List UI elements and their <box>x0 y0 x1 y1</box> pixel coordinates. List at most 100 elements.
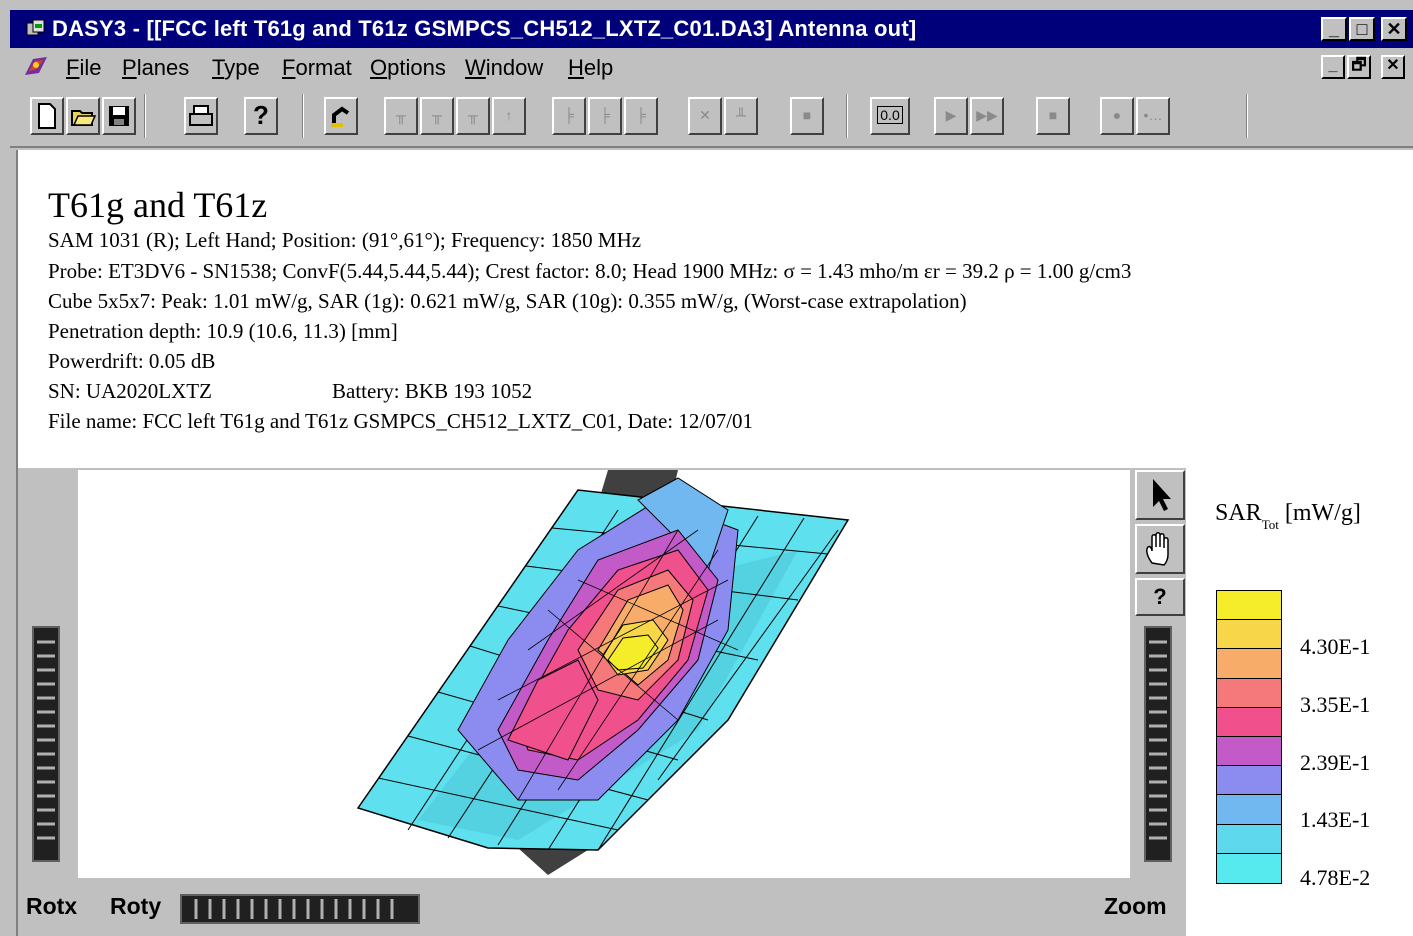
stop-2-button[interactable]: ■ <box>1036 97 1070 135</box>
legend-label: 2.39E-1 <box>1300 750 1371 775</box>
toolbar-separator <box>1246 94 1248 138</box>
tool-icon: ✕ <box>699 107 711 123</box>
probe-move-2-button[interactable]: ╥ <box>420 97 454 135</box>
probe-move-3-button[interactable]: ╥ <box>456 97 490 135</box>
sn-line: SN: UA2020LXTZ <box>48 379 212 403</box>
probe-line: Probe: ET3DV6 - SN1538; ConvF(5.44,5.44,… <box>48 259 1132 283</box>
probe-icon: ╥ <box>396 107 406 123</box>
menu-format[interactable]: Format <box>282 55 352 81</box>
scan-icon: ╞ <box>600 107 610 123</box>
save-button[interactable] <box>102 97 136 135</box>
penetration-line: Penetration depth: 10.9 (10.6, 11.3) [mm… <box>48 319 398 343</box>
doc-restore-button[interactable]: 🗗 <box>1347 55 1371 79</box>
stop-icon: ■ <box>1048 107 1058 123</box>
question-icon: ? <box>253 100 269 130</box>
scan-2-button[interactable]: ╞ <box>588 97 622 135</box>
probe-move-1-button[interactable]: ╥ <box>384 97 418 135</box>
robot-arm-icon <box>331 106 350 127</box>
powerdrift-line: Powerdrift: 0.05 dB <box>48 349 216 373</box>
fast-forward-button[interactable]: ▶▶ <box>970 97 1004 135</box>
legend-swatch <box>1217 766 1281 796</box>
cube-line: Cube 5x5x7: Peak: 1.01 mW/g, SAR (1g): 0… <box>48 289 967 313</box>
step-icon: •… <box>1143 107 1163 123</box>
arrow-up-icon: ↑ <box>505 107 513 123</box>
zoom-label: Zoom <box>1104 893 1167 919</box>
menu-window[interactable]: Window <box>465 55 543 81</box>
new-button[interactable] <box>30 97 64 135</box>
legend-color-bar <box>1216 590 1282 884</box>
probe-icon: ╥ <box>432 107 442 123</box>
doc-close-button[interactable]: ✕ <box>1381 55 1405 79</box>
legend-swatch <box>1217 853 1281 883</box>
robot-button[interactable] <box>324 97 358 135</box>
close-button[interactable]: ✕ <box>1381 17 1407 41</box>
legend-swatch <box>1217 678 1281 708</box>
stop-icon: ■ <box>802 107 812 123</box>
sar-surface-svg <box>356 470 850 875</box>
legend-swatch <box>1217 649 1281 679</box>
window-title: DASY3 - [[FCC left T61g and T61z GSMPCS_… <box>52 16 917 41</box>
setup-line: SAM 1031 (R); Left Hand; Position: (91°,… <box>48 228 642 252</box>
menu-help[interactable]: Help <box>568 55 613 81</box>
legend-swatch <box>1217 795 1281 825</box>
doc-minimize-button[interactable]: _ <box>1321 55 1345 79</box>
probe-up-button[interactable]: ↑ <box>492 97 526 135</box>
tool-icon: ╨ <box>736 107 746 123</box>
counter-label: 0.0 <box>877 106 903 124</box>
hand-pan-icon <box>1146 532 1169 566</box>
toolbar: ? ╥ ╥ ╥ ↑ ╞ ╞ ╞ ✕ ╨ ■ 0.0 ▶ ▶▶ ■ ● •… <box>10 86 1413 148</box>
menu-options[interactable]: Options <box>370 55 446 81</box>
probe-icon: ╥ <box>468 107 478 123</box>
step-button[interactable]: •… <box>1136 97 1170 135</box>
zoom-thumbwheel[interactable] <box>1144 626 1172 862</box>
menu-planes[interactable]: Planes <box>122 55 189 81</box>
viewer-help-button[interactable]: ? <box>1135 578 1185 616</box>
menu-type[interactable]: Type <box>212 55 260 81</box>
rotx-thumbwheel[interactable] <box>32 626 60 862</box>
thumbwheel-ribs-icon <box>37 640 55 840</box>
play-button[interactable]: ▶ <box>934 97 968 135</box>
legend-title-sub: Tot <box>1261 517 1279 532</box>
open-button[interactable] <box>66 97 100 135</box>
legend-label: 3.35E-1 <box>1300 692 1371 717</box>
record-button[interactable]: ● <box>1100 97 1134 135</box>
title-bar: DASY3 - [[FCC left T61g and T61z GSMPCS_… <box>10 10 1413 48</box>
save-disk-icon <box>109 106 129 126</box>
stop-1-button[interactable]: ■ <box>790 97 824 135</box>
legend-title-unit: [mW/g] <box>1284 500 1361 526</box>
new-file-icon <box>38 103 56 129</box>
thumbwheel-ribs-icon <box>194 899 394 919</box>
maximize-button[interactable]: □ <box>1349 17 1375 41</box>
open-folder-icon <box>71 110 97 126</box>
scan-icon: ╞ <box>636 107 646 123</box>
tool-1-button[interactable]: ✕ <box>688 97 722 135</box>
counter-button[interactable]: 0.0 <box>870 97 910 135</box>
help-question-icon: ? <box>1153 584 1167 609</box>
battery-line: Battery: BKB 193 1052 <box>332 379 533 403</box>
legend-title-main: SAR <box>1215 500 1262 526</box>
toolbar-separator <box>144 94 146 138</box>
tool-2-button[interactable]: ╨ <box>724 97 758 135</box>
minimize-button[interactable]: _ <box>1321 17 1347 41</box>
pointer-tool-button[interactable] <box>1135 470 1185 520</box>
legend-swatch <box>1217 620 1281 650</box>
print-button[interactable] <box>184 97 218 135</box>
legend-swatch <box>1217 824 1281 854</box>
sar-3d-plot[interactable] <box>78 470 1130 878</box>
legend-label: 4.30E-1 <box>1300 634 1371 659</box>
legend-swatch <box>1217 591 1281 621</box>
help-button[interactable]: ? <box>244 97 278 135</box>
filename-line: File name: FCC left T61g and T61z GSMPCS… <box>48 409 754 433</box>
play-icon: ▶ <box>945 107 957 123</box>
scan-3-button[interactable]: ╞ <box>624 97 658 135</box>
scan-icon: ╞ <box>564 107 574 123</box>
toolbar-separator <box>846 94 848 138</box>
record-dot-icon: ● <box>1112 107 1122 123</box>
dasy-app-icon <box>26 19 45 36</box>
roty-thumbwheel[interactable] <box>180 894 420 924</box>
menu-bar: File Planes Type Format Options Window H… <box>10 48 1413 86</box>
printer-icon <box>189 105 213 126</box>
scan-1-button[interactable]: ╞ <box>552 97 586 135</box>
hand-tool-button[interactable] <box>1135 524 1185 574</box>
menu-file[interactable]: File <box>66 55 101 81</box>
